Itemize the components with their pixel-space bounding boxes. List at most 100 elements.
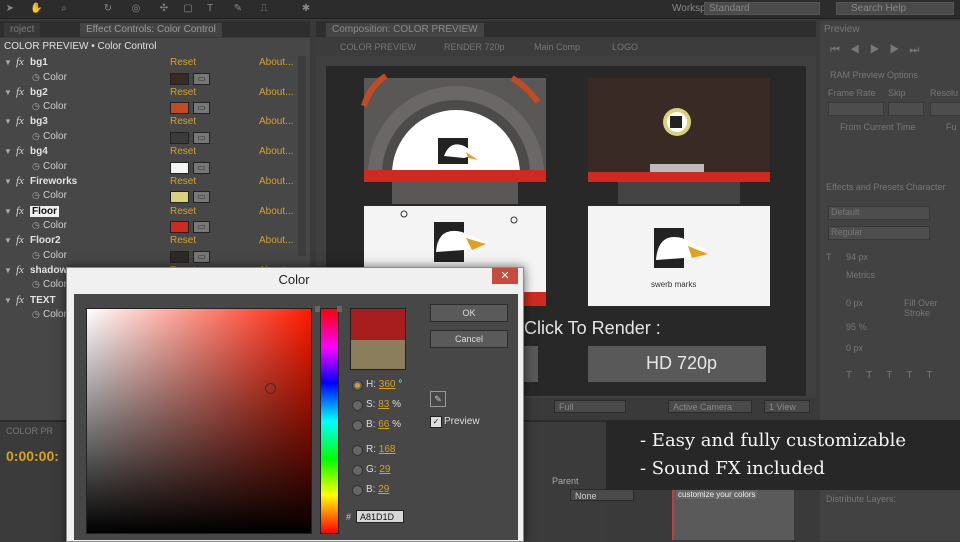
color-swatch[interactable] bbox=[170, 191, 189, 204]
expand-triangle-icon[interactable]: ▼ bbox=[4, 117, 12, 126]
effect-name[interactable]: Fireworks bbox=[30, 176, 77, 187]
color-swatch[interactable] bbox=[170, 161, 189, 174]
selection-tool-icon[interactable]: ➤ bbox=[4, 3, 16, 15]
expand-triangle-icon[interactable]: ▼ bbox=[4, 266, 12, 275]
effect-row-bg1[interactable]: ▼ fx bg1 Reset About... bbox=[0, 56, 296, 71]
fx-toggle-icon[interactable]: fx bbox=[16, 115, 24, 127]
blue-value[interactable]: 29 bbox=[378, 484, 389, 495]
red-radio[interactable] bbox=[352, 445, 363, 456]
fx-toggle-icon[interactable]: fx bbox=[16, 56, 24, 68]
tab-effects-presets[interactable]: Effects and Presets bbox=[826, 182, 904, 192]
ram-preview-options[interactable]: RAM Preview Options bbox=[830, 70, 918, 80]
expand-triangle-icon[interactable]: ▼ bbox=[4, 177, 12, 186]
blue-field[interactable]: B: 29 bbox=[366, 484, 389, 495]
zoom-tool-icon[interactable]: ⌕ bbox=[58, 3, 70, 15]
eyedropper-icon[interactable]: ▭ bbox=[193, 161, 210, 174]
effect-name[interactable]: bg3 bbox=[30, 116, 48, 127]
rotate-tool-icon[interactable]: ↻ bbox=[102, 3, 114, 15]
color-swatch[interactable] bbox=[170, 250, 189, 263]
effect-row-floor2[interactable]: ▼ fx Floor2 Reset About... bbox=[0, 234, 296, 249]
tab-project[interactable]: roject bbox=[4, 23, 41, 37]
crumb-logo[interactable]: LOGO bbox=[612, 42, 638, 52]
skip-select[interactable] bbox=[888, 102, 924, 116]
timeline-tab[interactable]: COLOR PR bbox=[6, 426, 53, 436]
cancel-button[interactable]: Cancel bbox=[430, 330, 508, 348]
original-color-swatch[interactable] bbox=[350, 340, 406, 370]
reset-link[interactable]: Reset bbox=[170, 146, 196, 157]
stopwatch-icon[interactable]: ◷ bbox=[32, 220, 40, 231]
green-value[interactable]: 29 bbox=[379, 464, 390, 475]
stopwatch-icon[interactable]: ◷ bbox=[32, 309, 40, 320]
fx-toggle-icon[interactable]: fx bbox=[16, 294, 24, 306]
effect-row-bg2[interactable]: ▼ fx bg2 Reset About... bbox=[0, 86, 296, 101]
text-style-buttons[interactable]: TTTTT bbox=[846, 370, 947, 381]
from-current-time[interactable]: From Current Time bbox=[840, 122, 916, 132]
stopwatch-icon[interactable]: ◷ bbox=[32, 250, 40, 261]
reset-link[interactable]: Reset bbox=[170, 176, 196, 187]
hue-radio[interactable] bbox=[352, 380, 363, 391]
tab-composition[interactable]: Composition: COLOR PREVIEW bbox=[326, 23, 484, 37]
green-radio[interactable] bbox=[352, 465, 363, 476]
effect-name[interactable]: shadow bbox=[30, 265, 67, 276]
hand-tool-icon[interactable]: ✋ bbox=[30, 3, 42, 15]
expand-triangle-icon[interactable]: ▼ bbox=[4, 88, 12, 97]
reset-link[interactable]: Reset bbox=[170, 116, 196, 127]
hue-slider-handle[interactable] bbox=[315, 306, 342, 312]
hue-value[interactable]: 360 bbox=[379, 379, 396, 390]
stroke-fill-select[interactable]: Fill Over Stroke bbox=[904, 298, 960, 318]
effect-name[interactable]: Floor bbox=[30, 205, 59, 217]
search-help-input[interactable]: Search Help bbox=[836, 2, 954, 15]
saturation-value[interactable]: 83 bbox=[378, 399, 389, 410]
frame-rate-select[interactable] bbox=[828, 102, 884, 116]
effect-name[interactable]: bg2 bbox=[30, 87, 48, 98]
parent-select[interactable]: None bbox=[570, 489, 634, 501]
about-link[interactable]: About... bbox=[259, 87, 293, 98]
crumb-color-preview[interactable]: COLOR PREVIEW bbox=[340, 42, 416, 52]
stroke-width-value[interactable]: 0 px bbox=[846, 298, 863, 308]
effect-row-bg4[interactable]: ▼ fx bg4 Reset About... bbox=[0, 145, 296, 160]
hue-slider[interactable] bbox=[320, 308, 339, 534]
mask-tool-icon[interactable]: ▢ bbox=[182, 3, 194, 15]
puppet-tool-icon[interactable]: ✱ bbox=[300, 3, 312, 15]
brightness-value[interactable]: 66 bbox=[378, 419, 389, 430]
workspace-select[interactable]: Standard bbox=[704, 2, 820, 15]
font-family-select[interactable]: Default bbox=[828, 206, 930, 220]
stopwatch-icon[interactable]: ◷ bbox=[32, 72, 40, 83]
font-size-value[interactable]: 94 px bbox=[846, 252, 868, 262]
eyedropper-icon[interactable]: ✎ bbox=[430, 391, 446, 407]
tab-character[interactable]: Character bbox=[906, 182, 946, 192]
effect-name[interactable]: Floor2 bbox=[30, 235, 61, 246]
camera-tool-icon[interactable]: ◎ bbox=[130, 3, 142, 15]
reset-link[interactable]: Reset bbox=[170, 57, 196, 68]
text-tool-icon[interactable]: T bbox=[204, 3, 216, 15]
brightness-field[interactable]: B: 66 % bbox=[366, 419, 401, 430]
effect-row-floor[interactable]: ▼ fx Floor Reset About... bbox=[0, 205, 296, 220]
about-link[interactable]: About... bbox=[259, 146, 293, 157]
resolution-select-rp[interactable] bbox=[930, 102, 960, 116]
expand-triangle-icon[interactable]: ▼ bbox=[4, 207, 12, 216]
about-link[interactable]: About... bbox=[259, 116, 293, 127]
stamp-tool-icon[interactable]: ⎍ bbox=[258, 3, 270, 15]
eyedropper-icon[interactable]: ▭ bbox=[193, 72, 210, 85]
stopwatch-icon[interactable]: ◷ bbox=[32, 161, 40, 172]
brush-tool-icon[interactable]: ✎ bbox=[232, 3, 244, 15]
full-screen-option[interactable]: Fu bbox=[946, 122, 957, 132]
view-layout-select[interactable]: 1 View bbox=[764, 400, 810, 413]
camera-select[interactable]: Active Camera bbox=[668, 400, 752, 413]
color-picker-cursor[interactable] bbox=[265, 383, 276, 394]
blue-radio[interactable] bbox=[352, 485, 363, 496]
stopwatch-icon[interactable]: ◷ bbox=[32, 101, 40, 112]
fx-toggle-icon[interactable]: fx bbox=[16, 145, 24, 157]
about-link[interactable]: About... bbox=[259, 176, 293, 187]
reset-link[interactable]: Reset bbox=[170, 206, 196, 217]
effect-row-fireworks[interactable]: ▼ fx Fireworks Reset About... bbox=[0, 175, 296, 190]
eyedropper-icon[interactable]: ▭ bbox=[193, 191, 210, 204]
reset-link[interactable]: Reset bbox=[170, 87, 196, 98]
effect-controls-scrollbar[interactable] bbox=[298, 56, 306, 256]
about-link[interactable]: About... bbox=[259, 206, 293, 217]
saturation-radio[interactable] bbox=[352, 400, 363, 411]
crumb-render-720p[interactable]: RENDER 720p bbox=[444, 42, 505, 52]
preview-checkbox[interactable]: ✓ bbox=[430, 416, 442, 428]
effect-name[interactable]: bg1 bbox=[30, 57, 48, 68]
tab-preview[interactable]: Preview bbox=[824, 24, 860, 35]
